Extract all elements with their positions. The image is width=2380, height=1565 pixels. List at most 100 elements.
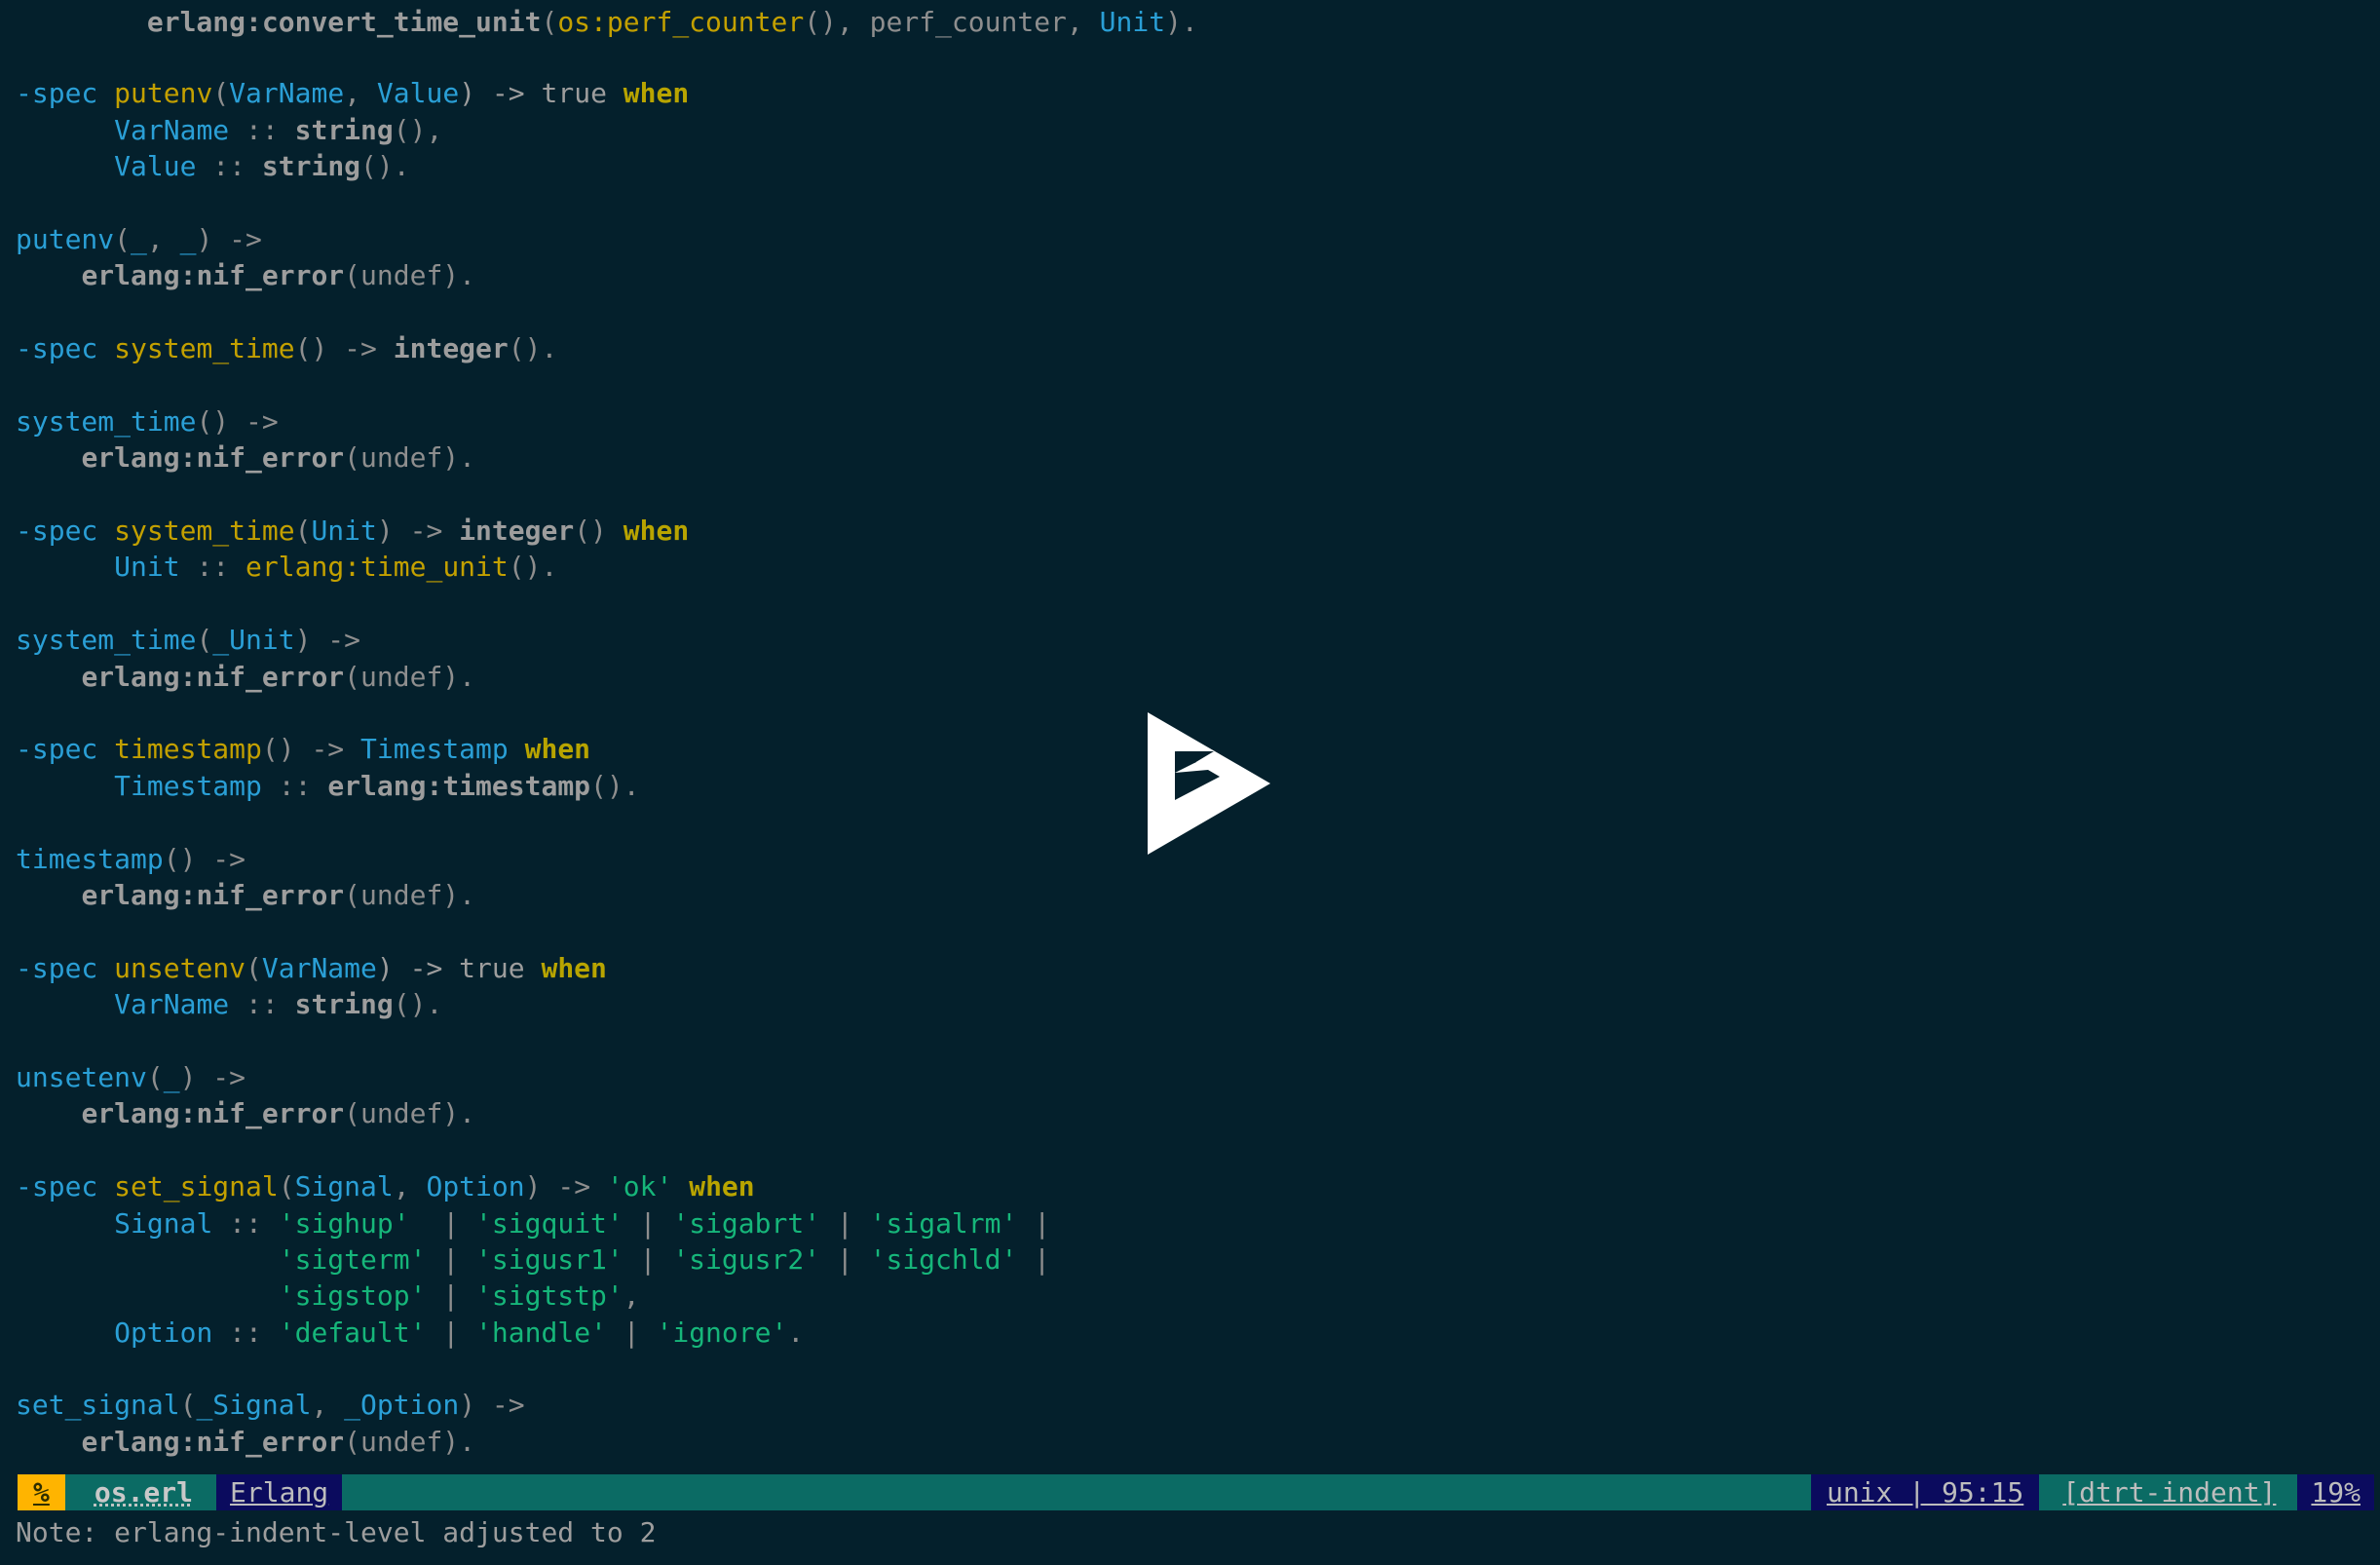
code-line: VarName :: string(), (0, 112, 2380, 148)
code-token: system_time (16, 624, 197, 657)
code-line: 'sigstop' | 'sigtstp', (0, 1278, 2380, 1314)
modeline-scroll-percent[interactable]: 19% (2297, 1474, 2374, 1510)
code-token: () -> (294, 332, 394, 365)
code-token: 'default' (278, 1316, 427, 1349)
code-token: 'sigtstp' (475, 1279, 623, 1313)
code-token: (). (393, 988, 443, 1021)
minibuffer-message: Note: erlang-indent-level adjusted to 2 (0, 1510, 2380, 1565)
code-token: 'ok' (606, 1170, 673, 1203)
modeline-major-mode[interactable]: Erlang (216, 1474, 343, 1510)
code-token: () (574, 515, 623, 548)
code-token: when (623, 77, 690, 110)
code-token: (), (393, 113, 443, 146)
code-token: putenv (16, 222, 115, 255)
code-token: Option (114, 1316, 213, 1349)
modeline-gap-2 (208, 1474, 217, 1510)
code-token: VarName (261, 951, 377, 984)
code-token: -spec (16, 515, 98, 548)
code-token: :: (229, 113, 295, 146)
code-token: (). (360, 150, 410, 183)
code-token: :: (196, 150, 262, 183)
code-token: (undef). (344, 259, 476, 292)
asciinema-play-button-icon[interactable] (1148, 712, 1270, 855)
code-token: ( (294, 515, 312, 548)
code-token: string (294, 113, 394, 146)
code-token: Signal (294, 1170, 394, 1203)
code-token: erlang:nif_error (81, 878, 345, 911)
code-line: erlang:nif_error(undef). (0, 1424, 2380, 1460)
code-line: 'sigterm' | 'sigusr1' | 'sigusr2' | 'sig… (0, 1241, 2380, 1278)
code-token: :: (179, 551, 246, 584)
modeline[interactable]: % os.erl Erlang unix | 95:15 [dtrt-inden… (0, 1474, 2380, 1510)
code-line: putenv(_, _) -> (0, 221, 2380, 257)
code-token: when (541, 951, 607, 984)
modeline-coding-and-position[interactable]: unix | 95:15 (1810, 1474, 2040, 1510)
modeline-gap-1 (64, 1474, 79, 1510)
code-token: | (1017, 1206, 1051, 1240)
code-line: erlang:convert_time_unit(os:perf_counter… (0, 0, 2380, 39)
code-token: ) -> (524, 1170, 607, 1203)
code-token: -spec (16, 951, 98, 984)
modeline-modified-indicator[interactable]: % (18, 1474, 65, 1510)
code-token: set_signal (16, 1389, 180, 1422)
code-token: _ (179, 222, 197, 255)
code-token: Timestamp (360, 733, 509, 766)
code-token: erlang:timestamp (327, 769, 591, 802)
modeline-buffer-name[interactable]: os.erl (78, 1474, 209, 1510)
code-line: erlang:nif_error(undef). (0, 1095, 2380, 1131)
code-token: Option (426, 1170, 525, 1203)
code-token: erlang:nif_error (81, 259, 345, 292)
code-token: Unit (1099, 6, 1166, 38)
code-token: convert_time_unit (261, 6, 542, 38)
modeline-right-pad (2374, 1474, 2380, 1510)
code-token: system_time (114, 515, 295, 548)
code-token: ) -> (376, 515, 460, 548)
code-line: system_time(_Unit) -> (0, 622, 2380, 658)
code-token: (undef). (344, 660, 476, 693)
code-token: 'sigterm' (278, 1242, 427, 1276)
code-line: erlang:nif_error(undef). (0, 659, 2380, 695)
code-token: VarName (114, 988, 230, 1021)
code-token: -spec (16, 733, 98, 766)
code-token: (undef). (344, 1425, 476, 1458)
code-token: Unit (311, 515, 377, 548)
code-token: erlang:nif_error (81, 1425, 345, 1458)
code-token: 'sigabrt' (672, 1206, 821, 1240)
code-token: when (689, 1170, 755, 1203)
code-token: ) -> true (459, 77, 623, 110)
code-line: Signal :: 'sighup' | 'sigquit' | 'sigabr… (0, 1205, 2380, 1241)
code-token: | (426, 1242, 476, 1276)
code-token: (undef). (344, 878, 476, 911)
code-token: system_time (16, 404, 197, 438)
code-line: -spec system_time() -> integer(). (0, 330, 2380, 366)
code-token: . (787, 1316, 805, 1349)
code-line: Unit :: erlang:time_unit(). (0, 549, 2380, 585)
code-token: ( (212, 77, 230, 110)
code-token: ) -> true (376, 951, 542, 984)
code-token: ( (246, 951, 262, 984)
code-token: VarName (229, 77, 345, 110)
code-line: -spec set_signal(Signal, Option) -> 'ok'… (0, 1168, 2380, 1204)
code-token: when (524, 733, 591, 766)
code-token: string (294, 988, 394, 1021)
modeline-minor-modes[interactable]: [dtrt-indent] (2049, 1474, 2290, 1510)
code-line: Value :: string(). (0, 148, 2380, 184)
code-line: -spec putenv(VarName, Value) -> true whe… (0, 75, 2380, 111)
code-token: | (623, 1242, 673, 1276)
code-token: 'sigalrm' (869, 1206, 1018, 1240)
code-token: 'sigquit' (475, 1206, 623, 1240)
